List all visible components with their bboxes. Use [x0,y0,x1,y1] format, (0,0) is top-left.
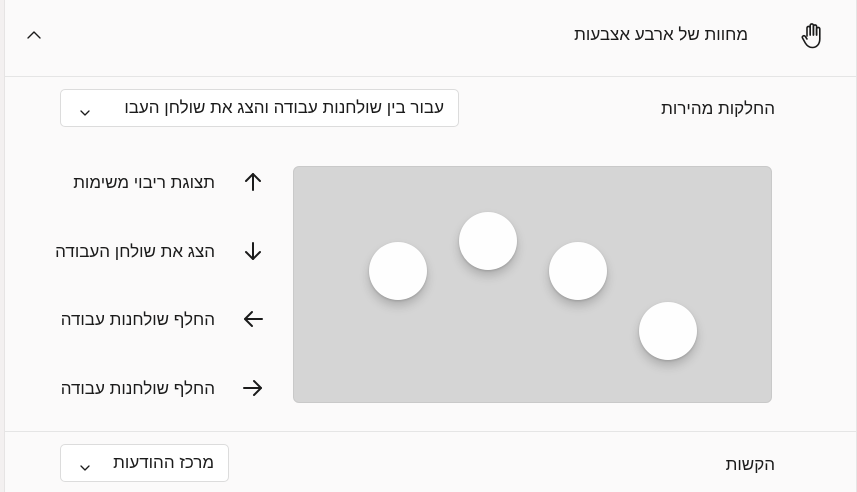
swipes-dropdown[interactable]: עבור בין שולחנות עבודה והצג את שולחן העב… [60,89,459,127]
taps-selected-value: מרכז ההודעות [113,453,214,472]
section-header[interactable]: מחוות של ארבע אצבעות [5,0,856,77]
divider [5,431,856,432]
arrow-up-icon [241,170,265,194]
section-title: מחוות של ארבע אצבעות [574,25,748,44]
gesture-label: הצג את שולחן העבודה [55,242,215,261]
taps-label: הקשות [725,455,775,474]
swipes-label: החלקות מהירות [661,99,775,118]
taps-dropdown[interactable]: מרכז ההודעות [60,444,229,482]
gesture-label: החלף שולחנות עבודה [60,379,215,398]
finger-dot [549,242,607,300]
gesture-item-right: החלף שולחנות עבודה [35,374,265,404]
arrow-right-icon [241,376,265,400]
gesture-item-up: תצוגת ריבוי משימות [35,168,265,198]
chevron-down-icon [79,103,91,116]
swipes-selected-value: עבור בין שולחנות עבודה והצג את שולחן העב… [124,98,444,117]
gesture-item-left: החלף שולחנות עבודה [35,305,265,335]
finger-dot [459,212,517,270]
finger-dot [639,302,697,360]
hand-icon [800,22,826,50]
chevron-up-icon[interactable] [25,26,43,44]
gesture-label: תצוגת ריבוי משימות [73,173,215,192]
gesture-preview [293,166,772,403]
arrow-down-icon [241,239,265,263]
finger-dot [369,242,427,300]
gesture-item-down: הצג את שולחן העבודה [35,237,265,267]
chevron-down-icon [79,458,91,471]
gesture-label: החלף שולחנות עבודה [60,310,215,329]
four-finger-gestures-panel: מחוות של ארבע אצבעות החלקות מהירות עבור … [4,0,857,492]
arrow-left-icon [241,307,265,331]
